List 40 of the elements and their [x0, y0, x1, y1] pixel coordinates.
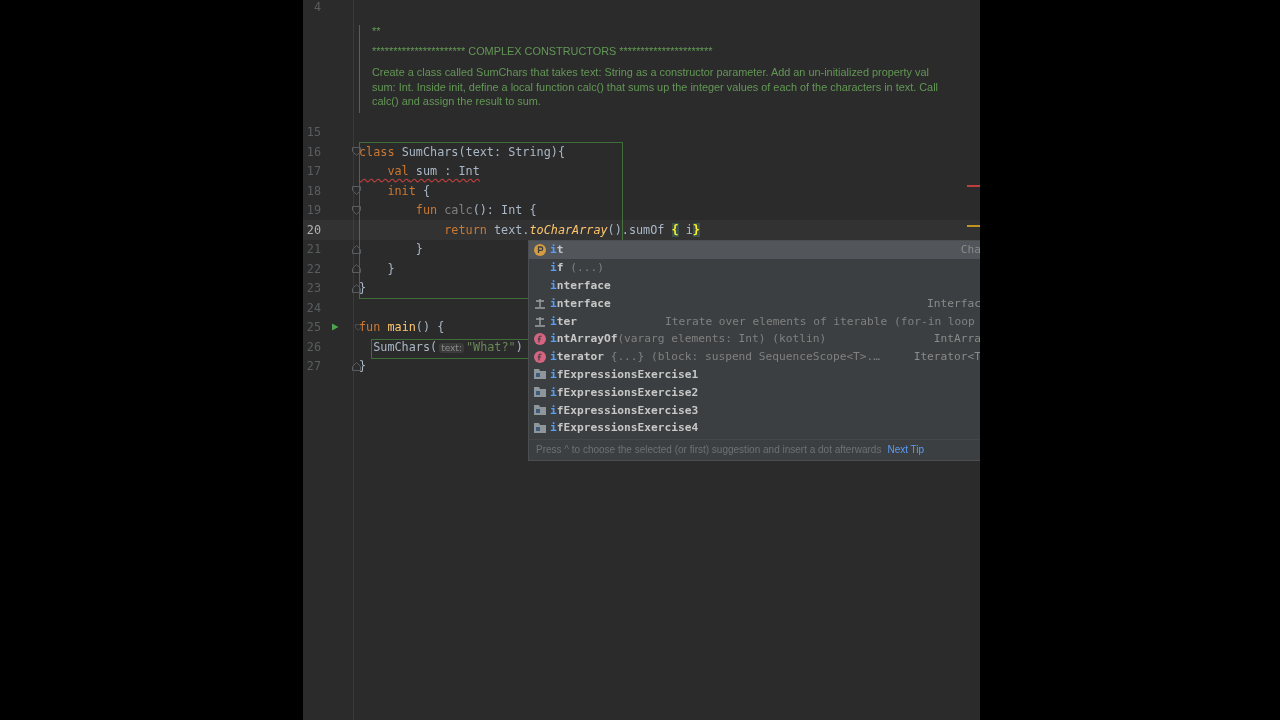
completion-item[interactable]: interface Interfac — [529, 294, 980, 313]
folder-icon — [534, 387, 546, 398]
next-tip-link[interactable]: Next Tip — [887, 444, 925, 456]
completion-item[interactable]: it Cha — [529, 241, 980, 259]
code-line: } — [359, 281, 367, 296]
function-icon — [534, 332, 546, 345]
completion-item[interactable]: iterator {...} (block: suspend SequenceScope<T>.… Iterator<T — [529, 347, 980, 366]
code-line: val sum : Int — [386, 164, 480, 179]
code-line: class SumChars(text: String){ — [359, 144, 565, 159]
template-icon — [534, 315, 546, 327]
code-line: } — [359, 359, 367, 374]
property-icon — [534, 243, 546, 256]
function-icon — [534, 350, 546, 363]
completion-item[interactable]: ifExpressionsExercise2 — [529, 383, 980, 402]
code-line: fun calc(): Int { — [414, 203, 537, 218]
completion-item[interactable]: interface — [529, 276, 980, 295]
completion-item[interactable]: ifExpressionsExercise1 — [529, 365, 980, 384]
folder-icon — [534, 369, 546, 380]
fold-icon[interactable] — [352, 361, 361, 371]
code-line: } — [386, 261, 395, 276]
code-line: return text.toCharArray().sumOf { i} — [443, 222, 700, 237]
run-icon[interactable] — [332, 322, 339, 333]
code-line: } — [414, 242, 423, 257]
completion-item[interactable]: ifExpressionsExercise4 — [529, 418, 980, 437]
code-line: fun main() { — [359, 320, 445, 335]
template-icon — [534, 297, 546, 309]
folder-icon — [534, 422, 546, 433]
completion-item[interactable]: if (...) — [529, 258, 980, 277]
doc-heading: ********************** COMPLEX CONSTRUCTORS ********************** — [372, 45, 714, 57]
doc-text: Create a class called SumChars that takes text: String as a constructor parameter. Add an un-initialized property val sum: Int. Inside init, define a local function calc() that sums up the integer values of each of the characters in text. Call calc() and assign the result to sum. — [372, 65, 939, 109]
fold-icon[interactable] — [352, 147, 361, 157]
folder-icon — [534, 405, 546, 416]
completion-item[interactable]: ifExpressionsExercise3 — [529, 401, 980, 419]
doc-marker: ** — [372, 25, 382, 37]
completion-item[interactable]: iter Iterate over elements of iterable (for-in loop — [529, 312, 980, 330]
fold-icon[interactable] — [354, 322, 361, 332]
code-line: SumChars( text: "What?") — [372, 339, 523, 354]
completion-item[interactable]: intArrayOf(vararg elements: Int) (kotlin) IntArra — [529, 330, 980, 348]
line-number: 20 — [305, 222, 321, 237]
code-line: init { — [386, 183, 431, 198]
